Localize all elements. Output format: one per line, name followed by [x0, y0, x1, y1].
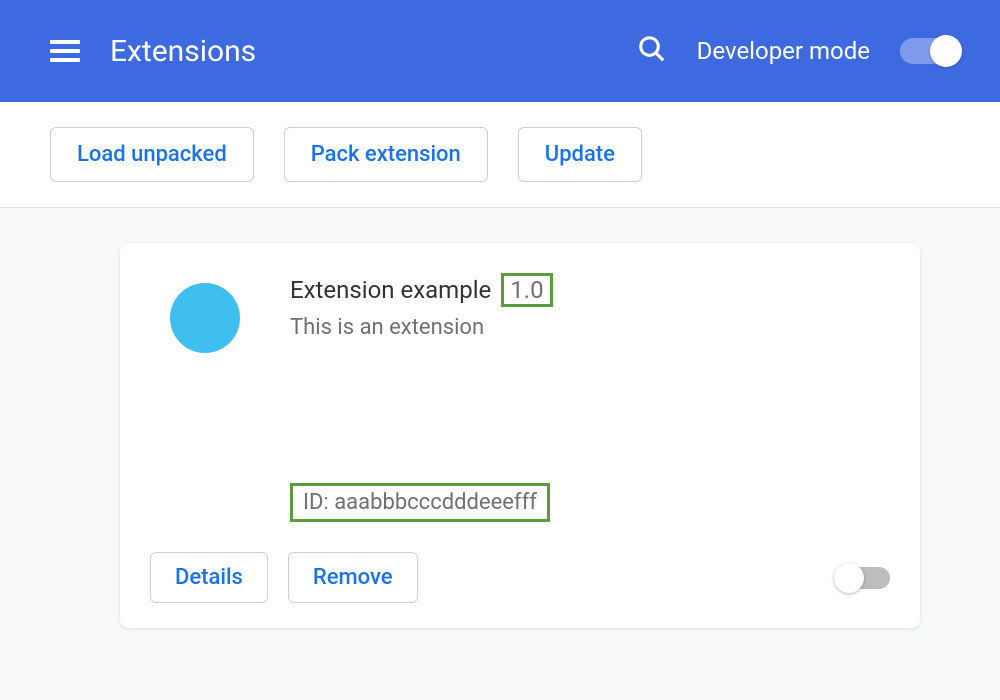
card-top: Extension example 1.0 This is an extensi…: [150, 273, 890, 353]
extension-description: This is an extension: [290, 315, 890, 340]
developer-mode-label: Developer mode: [697, 37, 870, 65]
extension-card: Extension example 1.0 This is an extensi…: [120, 243, 920, 628]
extension-enable-toggle[interactable]: [836, 567, 890, 589]
toggle-knob: [930, 35, 962, 67]
extension-id: ID: aaabbbcccdddeeefff: [290, 483, 550, 522]
page-title: Extensions: [110, 34, 256, 69]
pack-extension-button[interactable]: Pack extension: [284, 127, 488, 182]
extension-icon: [170, 283, 240, 353]
header: Extensions Developer mode: [0, 0, 1000, 102]
update-button[interactable]: Update: [518, 127, 642, 182]
load-unpacked-button[interactable]: Load unpacked: [50, 127, 254, 182]
header-right: Developer mode: [637, 34, 960, 68]
toggle-knob: [834, 563, 864, 593]
developer-mode-toggle[interactable]: [900, 38, 960, 64]
menu-icon[interactable]: [50, 40, 80, 62]
remove-button[interactable]: Remove: [288, 552, 418, 603]
toolbar: Load unpacked Pack extension Update: [0, 102, 1000, 208]
header-left: Extensions: [50, 34, 256, 69]
extension-name: Extension example: [290, 276, 491, 304]
footer-buttons: Details Remove: [150, 552, 418, 603]
card-footer: Details Remove: [150, 552, 890, 603]
search-icon[interactable]: [637, 34, 667, 68]
extension-name-row: Extension example 1.0: [290, 273, 890, 307]
extension-version: 1.0: [501, 273, 552, 307]
content-area: Extension example 1.0 This is an extensi…: [0, 208, 1000, 700]
details-button[interactable]: Details: [150, 552, 268, 603]
extension-info: Extension example 1.0 This is an extensi…: [290, 273, 890, 340]
